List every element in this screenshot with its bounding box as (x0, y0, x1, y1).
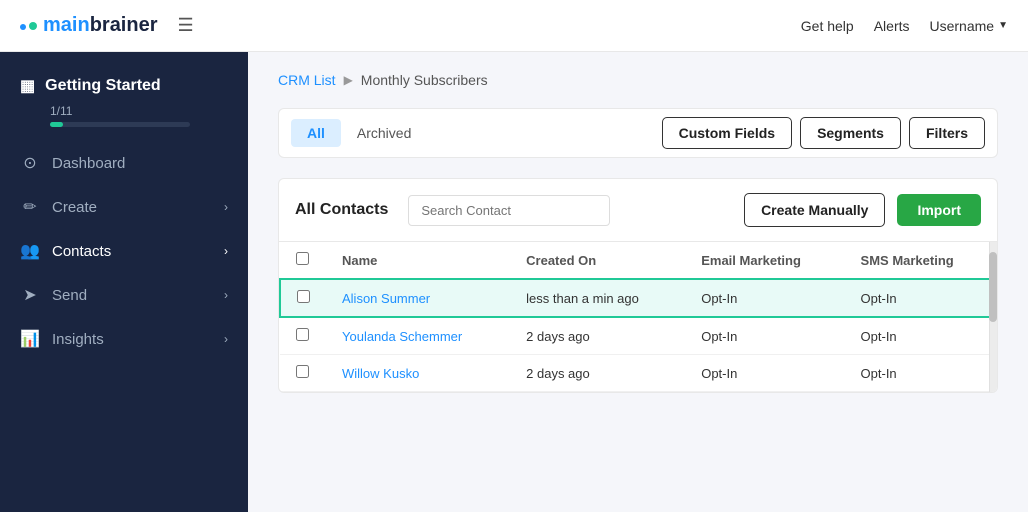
username-label: Username (930, 18, 995, 34)
row-checkbox-cell-1 (280, 279, 326, 317)
sidebar-item-contacts[interactable]: 👥 Contacts › (0, 229, 248, 273)
row-3-checkbox[interactable] (296, 365, 309, 378)
logo-area: mainbrainer ☰ (20, 14, 801, 37)
sidebar-label-dashboard: Dashboard (52, 155, 228, 172)
row-2-name: Youlanda Schemmer (326, 317, 510, 355)
breadcrumb-current: Monthly Subscribers (361, 72, 488, 88)
table-row: Alison Summer less than a min ago Opt-In… (280, 279, 996, 317)
sidebar: ▦ Getting Started 1/11 ⊙ Dashboard ✏ Cre… (0, 52, 248, 512)
row-2-sms-marketing: Opt-In (845, 317, 996, 355)
header-email-marketing: Email Marketing (685, 242, 844, 279)
contacts-arrow-icon: › (224, 244, 228, 258)
create-manually-button[interactable]: Create Manually (744, 193, 885, 227)
table-row: Youlanda Schemmer 2 days ago Opt-In Opt-… (280, 317, 996, 355)
progress-value: 1/11 (50, 104, 72, 118)
row-3-name: Willow Kusko (326, 355, 510, 392)
progress-area: 1/11 (50, 104, 228, 127)
getting-started-title: ▦ Getting Started (20, 76, 228, 96)
sidebar-item-create[interactable]: ✏ Create › (0, 185, 248, 229)
segments-button[interactable]: Segments (800, 117, 901, 149)
create-arrow-icon: › (224, 200, 228, 214)
get-help-link[interactable]: Get help (801, 18, 854, 34)
contact-name-link-3[interactable]: Willow Kusko (342, 366, 419, 381)
table-wrapper: Name Created On Email Marketing SMS Mark… (279, 242, 997, 392)
filters-button[interactable]: Filters (909, 117, 985, 149)
table-row: Willow Kusko 2 days ago Opt-In Opt-In (280, 355, 996, 392)
logo-dots (20, 22, 37, 30)
row-3-sms-marketing: Opt-In (845, 355, 996, 392)
content-area: CRM List ▶ Monthly Subscribers All Archi… (248, 52, 1028, 512)
sidebar-label-contacts: Contacts (52, 243, 212, 260)
header-name: Name (326, 242, 510, 279)
sidebar-item-dashboard[interactable]: ⊙ Dashboard (0, 141, 248, 185)
nav-right: Get help Alerts Username ▼ (801, 18, 1008, 34)
row-checkbox-cell-3 (280, 355, 326, 392)
row-1-checkbox[interactable] (297, 290, 310, 303)
sidebar-item-send[interactable]: ➤ Send › (0, 273, 248, 317)
username-menu[interactable]: Username ▼ (930, 18, 1009, 34)
row-1-sms-marketing: Opt-In (845, 279, 996, 317)
header-sms-marketing: SMS Marketing (845, 242, 996, 279)
send-arrow-icon: › (224, 288, 228, 302)
contacts-table: Name Created On Email Marketing SMS Mark… (279, 242, 997, 392)
row-2-created-on: 2 days ago (510, 317, 685, 355)
contacts-card: All Contacts Create Manually Import Name (278, 178, 998, 393)
select-all-checkbox[interactable] (296, 252, 309, 265)
logo-icon: mainbrainer (20, 14, 158, 37)
create-icon: ✏ (20, 197, 40, 217)
dashboard-icon: ⊙ (20, 153, 40, 173)
insights-icon: 📊 (20, 329, 40, 349)
sidebar-item-insights[interactable]: 📊 Insights › (0, 317, 248, 361)
getting-started-block[interactable]: ▦ Getting Started 1/11 (0, 62, 248, 141)
row-2-email-marketing: Opt-In (685, 317, 844, 355)
logo-brainer: brainer (90, 14, 158, 36)
progress-bar-bg (50, 122, 190, 127)
dot-teal (29, 22, 37, 30)
contacts-title: All Contacts (295, 201, 388, 219)
row-checkbox-cell-2 (280, 317, 326, 355)
row-1-created-on: less than a min ago (510, 279, 685, 317)
getting-started-icon: ▦ (20, 76, 35, 96)
getting-started-label: Getting Started (45, 77, 161, 95)
progress-label: 1/11 (50, 104, 228, 118)
alerts-link[interactable]: Alerts (874, 18, 910, 34)
tab-all[interactable]: All (291, 119, 341, 147)
send-icon: ➤ (20, 285, 40, 305)
table-header-row: Name Created On Email Marketing SMS Mark… (280, 242, 996, 279)
progress-bar-fill (50, 122, 63, 127)
logo-text: mainbrainer (43, 14, 158, 37)
breadcrumb: CRM List ▶ Monthly Subscribers (278, 72, 998, 88)
row-1-email-marketing: Opt-In (685, 279, 844, 317)
insights-arrow-icon: › (224, 332, 228, 346)
contact-name-link-1[interactable]: Alison Summer (342, 291, 430, 306)
top-nav: mainbrainer ☰ Get help Alerts Username ▼ (0, 0, 1028, 52)
hamburger-icon[interactable]: ☰ (178, 15, 194, 36)
main-layout: ▦ Getting Started 1/11 ⊙ Dashboard ✏ Cre… (0, 52, 1028, 512)
sidebar-label-send: Send (52, 287, 212, 304)
search-contact-input[interactable] (408, 195, 610, 226)
row-3-email-marketing: Opt-In (685, 355, 844, 392)
header-created-on: Created On (510, 242, 685, 279)
row-1-name: Alison Summer (326, 279, 510, 317)
breadcrumb-crm-list[interactable]: CRM List (278, 72, 336, 88)
row-3-created-on: 2 days ago (510, 355, 685, 392)
contacts-icon: 👥 (20, 241, 40, 261)
scroll-track (989, 242, 997, 392)
row-2-checkbox[interactable] (296, 328, 309, 341)
tab-archived[interactable]: Archived (341, 119, 427, 147)
chevron-down-icon: ▼ (998, 20, 1008, 31)
custom-fields-button[interactable]: Custom Fields (662, 117, 792, 149)
import-button[interactable]: Import (897, 194, 981, 226)
contact-name-link-2[interactable]: Youlanda Schemmer (342, 329, 462, 344)
contacts-header: All Contacts Create Manually Import (279, 179, 997, 242)
sidebar-label-insights: Insights (52, 331, 212, 348)
logo-main: main (43, 14, 90, 36)
tab-bar: All Archived Custom Fields Segments Filt… (278, 108, 998, 158)
header-checkbox-cell (280, 242, 326, 279)
breadcrumb-separator: ▶ (344, 73, 353, 87)
dot-blue (20, 24, 26, 30)
sidebar-label-create: Create (52, 199, 212, 216)
scroll-thumb[interactable] (989, 252, 997, 322)
